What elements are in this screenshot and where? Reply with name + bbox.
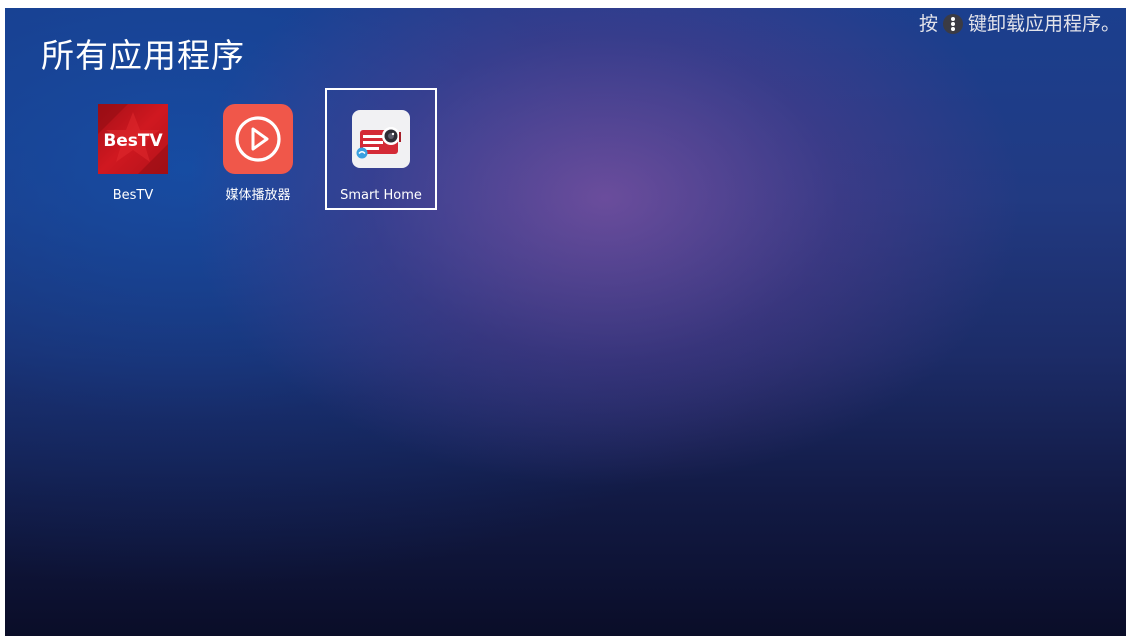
- app-label: 媒体播放器: [225, 188, 291, 203]
- bestv-logo-icon: BesTV: [98, 104, 168, 174]
- svg-text:BesTV: BesTV: [103, 131, 163, 151]
- app-label: Smart Home: [340, 188, 422, 203]
- app-tile-media-player[interactable]: 媒体播放器: [202, 88, 314, 210]
- app-tile-smart-home[interactable]: Smart Home: [325, 88, 437, 210]
- app-tile-bestv[interactable]: BesTV BesTV: [77, 88, 189, 210]
- play-circle-icon: [223, 104, 293, 174]
- projector-icon: [352, 110, 410, 168]
- app-label: BesTV: [112, 188, 154, 203]
- tv-screen: 所有应用程序 按 键卸载应用程序。 BesTV BesTV 媒体播放器 Smar…: [5, 8, 1126, 636]
- app-grid: BesTV BesTV 媒体播放器 Smart Home: [5, 8, 1126, 248]
